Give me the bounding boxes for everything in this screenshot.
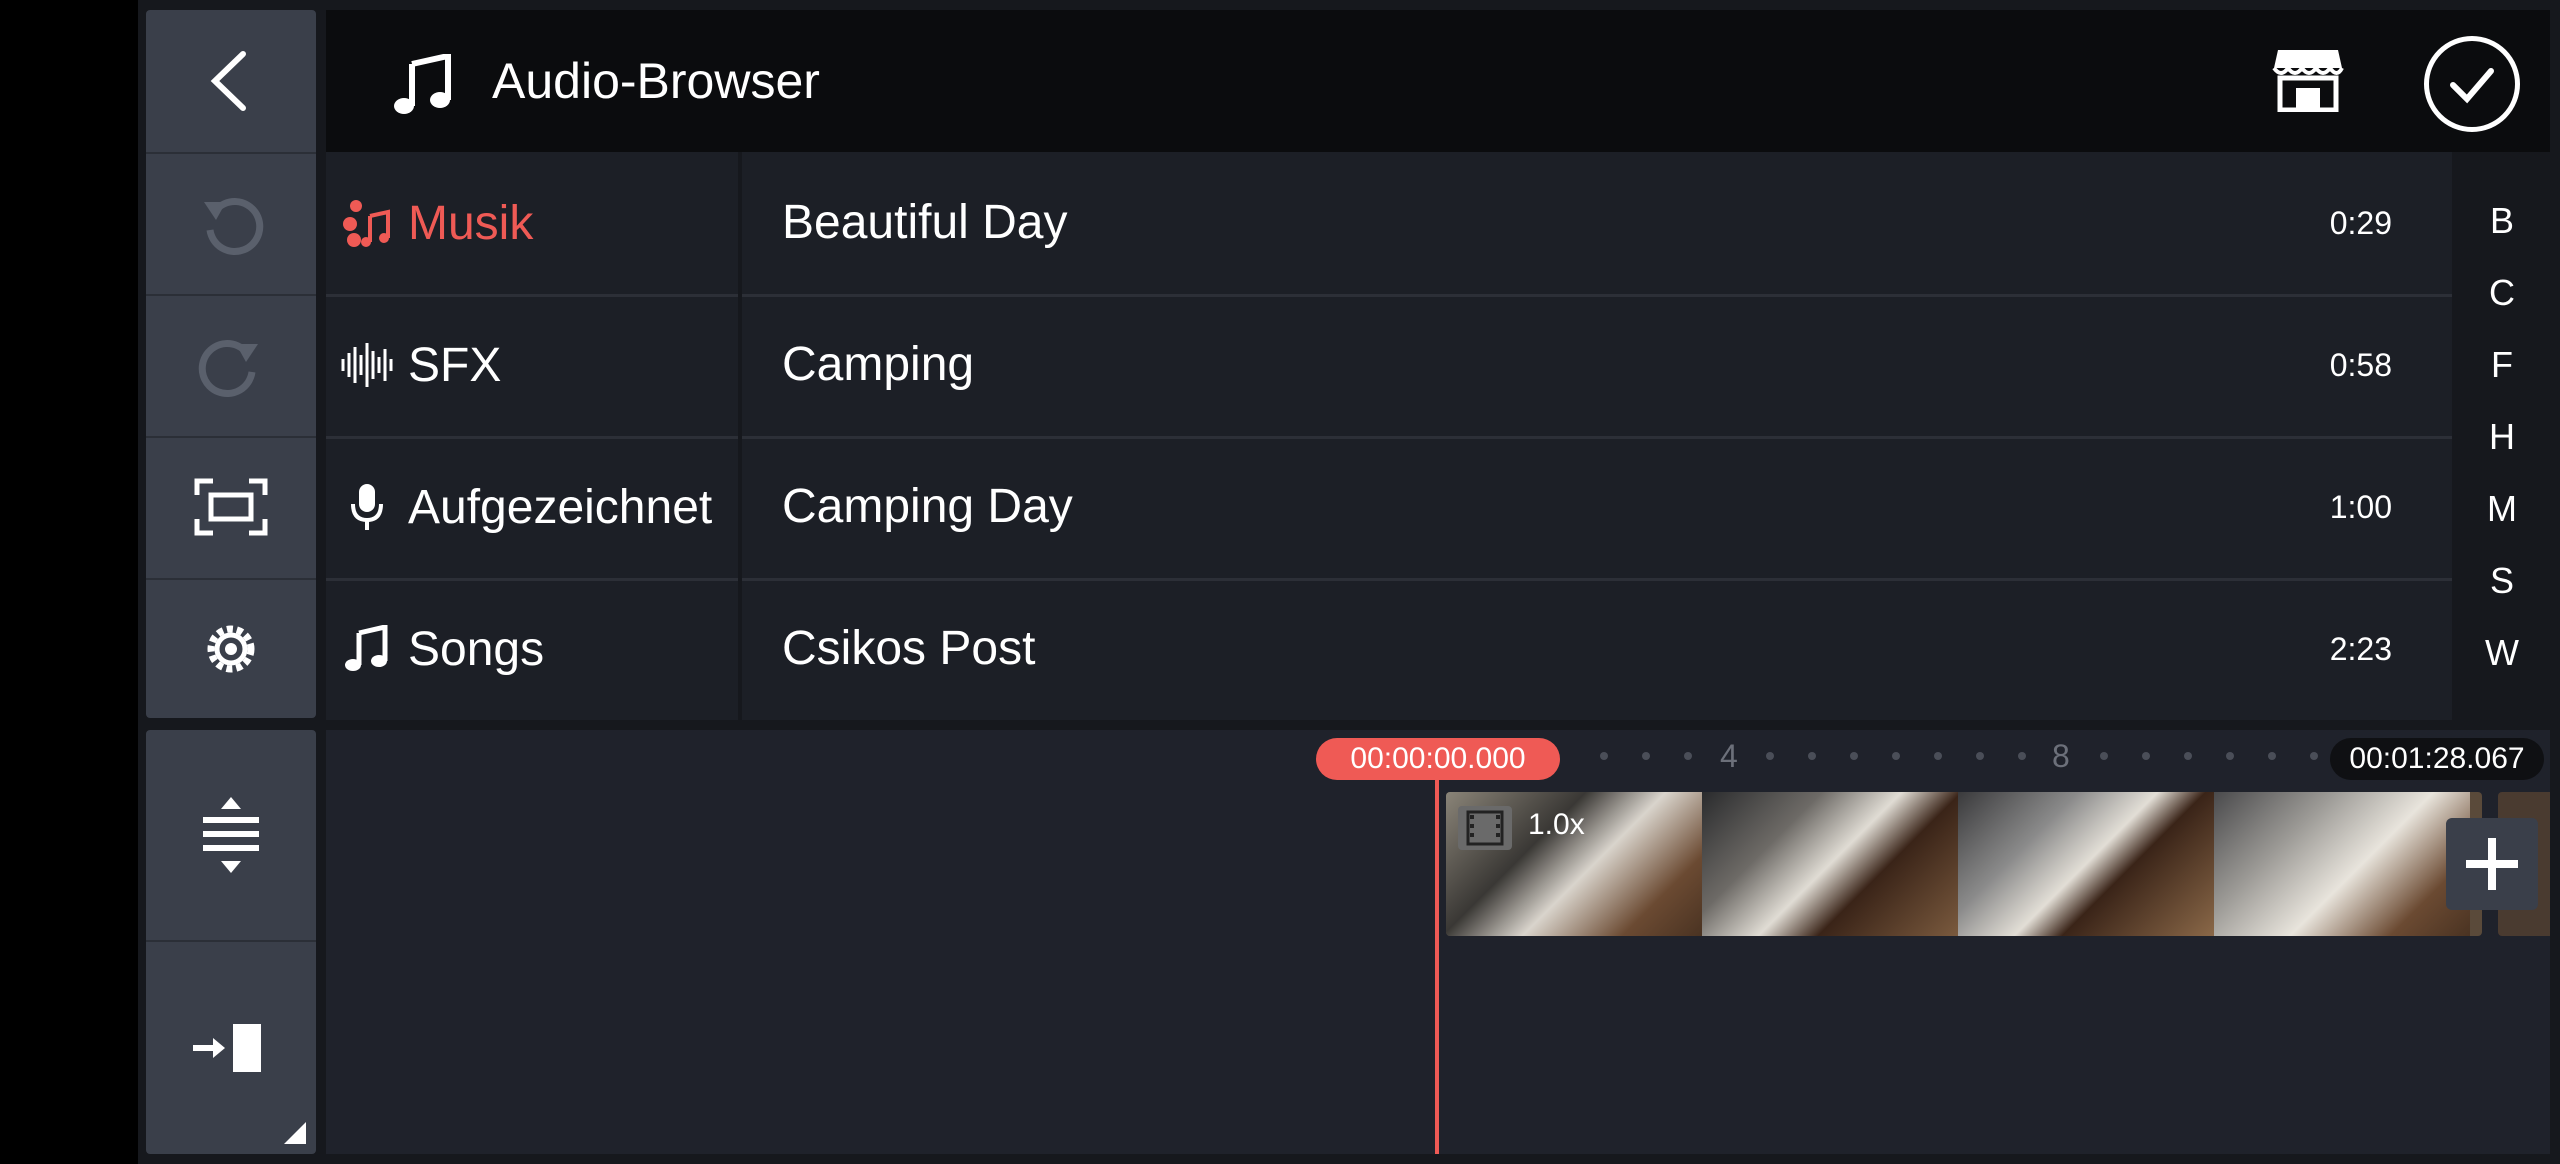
film-icon [1458, 806, 1512, 850]
check-icon [2450, 68, 2494, 104]
jump-to-end-button[interactable] [146, 942, 316, 1154]
track-row[interactable]: Camping Day 1:00 [742, 436, 2452, 581]
redo-button[interactable] [146, 294, 316, 438]
clip-thumbnail [1958, 792, 2214, 936]
ruler-dot [1684, 752, 1692, 760]
ruler-dot [1976, 752, 1984, 760]
track-name: Camping Day [782, 480, 1073, 533]
add-media-button[interactable] [2446, 818, 2538, 910]
ruler-dot [2268, 752, 2276, 760]
ruler-dot [1808, 752, 1816, 760]
ruler-label: 8 [2052, 738, 2070, 774]
category-label: Aufgezeichnet [408, 480, 713, 534]
music-note-icon [394, 54, 451, 114]
ruler-dot [2018, 752, 2026, 760]
ruler-dot [2100, 752, 2108, 760]
fullscreen-button[interactable] [146, 436, 316, 580]
tool-column [146, 10, 316, 718]
resize-vertical-icon [203, 797, 259, 873]
track-duration: 0:29 [2329, 205, 2392, 241]
settings-button[interactable] [146, 578, 316, 720]
track-row[interactable]: Csikos Post 2:23 [742, 578, 2452, 720]
redo-icon [198, 340, 258, 397]
gear-icon [207, 625, 255, 673]
corner-triangle-icon [284, 1122, 306, 1144]
playhead[interactable] [1435, 780, 1439, 1154]
store-button[interactable] [2272, 46, 2344, 117]
category-label: Musik [408, 196, 534, 250]
ruler-dot [1600, 752, 1608, 760]
track-height-button[interactable] [146, 730, 316, 942]
category-list: Musik SFX Aufgezeichnet Songs [326, 152, 738, 720]
video-clip[interactable] [1446, 792, 2482, 936]
plus-icon [2466, 838, 2518, 890]
index-letter[interactable]: C [2454, 272, 2550, 314]
audio-browser-header: Audio-Browser [326, 10, 2550, 152]
timeline-tool-column [146, 730, 316, 1154]
confirm-button[interactable] [2424, 36, 2520, 132]
clip-thumbnail [1702, 792, 1958, 936]
index-letter[interactable]: M [2454, 488, 2550, 530]
ruler-dot [1934, 752, 1942, 760]
category-label: Songs [408, 622, 545, 676]
back-arrow-icon [210, 51, 246, 111]
jump-end-icon [193, 1024, 261, 1072]
current-timecode: 00:00:00.000 [1316, 738, 1560, 780]
index-letter[interactable]: W [2454, 632, 2550, 674]
ruler-dot [1892, 752, 1900, 760]
ruler-label: 4 [1720, 738, 1738, 774]
category-label: SFX [408, 338, 502, 392]
ruler-dot [1766, 752, 1774, 760]
track-name: Camping [782, 338, 975, 391]
alphabet-index[interactable]: B C F H M S W [2454, 152, 2550, 720]
total-duration: 00:01:28.067 [2330, 738, 2544, 780]
track-duration: 0:58 [2329, 347, 2392, 383]
category-sfx[interactable]: SFX [326, 294, 738, 439]
music-note-icon [326, 625, 408, 673]
track-row[interactable]: Beautiful Day 0:29 [742, 152, 2452, 297]
index-letter[interactable]: H [2454, 416, 2550, 458]
ruler-dot [1642, 752, 1650, 760]
microphone-icon [326, 482, 408, 532]
index-letter[interactable]: S [2454, 560, 2550, 602]
track-name: Beautiful Day [782, 196, 1068, 249]
ruler-dot [2184, 752, 2192, 760]
undo-icon [204, 198, 264, 255]
track-name: Csikos Post [782, 622, 1036, 675]
track-list: Beautiful Day 0:29 Camping 0:58 Camping … [742, 152, 2452, 720]
fullscreen-icon [194, 478, 268, 536]
undo-button[interactable] [146, 152, 316, 296]
music-dots-icon [326, 198, 408, 248]
ruler-dot [2310, 752, 2318, 760]
waveform-icon [326, 341, 408, 389]
category-songs[interactable]: Songs [326, 578, 738, 720]
index-letter[interactable]: B [2454, 200, 2550, 242]
page-title: Audio-Browser [492, 53, 820, 109]
clip-thumbnail [2214, 792, 2470, 936]
ruler-dot [1850, 752, 1858, 760]
track-duration: 2:23 [2329, 631, 2392, 667]
track-row[interactable]: Camping 0:58 [742, 294, 2452, 439]
category-musik[interactable]: Musik [326, 152, 738, 297]
track-duration: 1:00 [2329, 489, 2392, 525]
clip-speed: 1.0x [1528, 808, 1585, 841]
category-aufgezeichnet[interactable]: Aufgezeichnet [326, 436, 738, 581]
back-button[interactable] [146, 10, 316, 154]
index-letter[interactable]: F [2454, 344, 2550, 386]
store-icon [2272, 50, 2344, 113]
ruler-dot [2142, 752, 2150, 760]
ruler-dot [2226, 752, 2234, 760]
